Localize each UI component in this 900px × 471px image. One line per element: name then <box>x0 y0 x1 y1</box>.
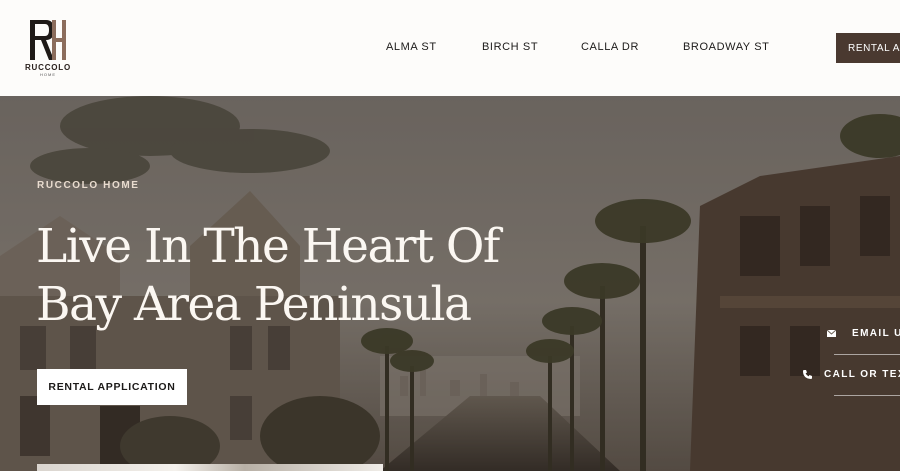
contact-divider <box>834 354 900 355</box>
brand-sub: HOME <box>40 72 56 77</box>
email-us-link[interactable]: EMAIL U <box>826 328 900 339</box>
nav-item-alma-st[interactable]: ALMA ST <box>386 41 437 53</box>
logo-mark-icon <box>30 20 66 60</box>
hero-section: RUCCOLO HOME Live In The Heart Of Bay Ar… <box>0 96 900 471</box>
nav-item-broadway-st[interactable]: BROADWAY ST <box>683 41 769 53</box>
hero-rental-application-button[interactable]: RENTAL APPLICATION <box>37 369 187 405</box>
nav-item-birch-st[interactable]: BIRCH ST <box>482 41 538 53</box>
contact-divider-2 <box>834 395 900 396</box>
phone-icon <box>802 370 812 380</box>
call-or-text-link[interactable]: CALL OR TEX <box>802 369 900 380</box>
site-header: RUCCOLO HOME ALMA ST BIRCH ST CALLA DR B… <box>0 0 900 96</box>
hero-eyebrow: RUCCOLO HOME <box>37 180 140 191</box>
main-nav: ALMA ST BIRCH ST CALLA DR BROADWAY ST <box>0 41 900 55</box>
header-rental-application-button[interactable]: RENTAL AP <box>836 33 900 63</box>
hero-headline-line-2: Bay Area Peninsula <box>36 277 472 332</box>
hero-preview-image <box>37 464 383 471</box>
nav-item-calla-dr[interactable]: CALLA DR <box>581 41 639 53</box>
email-us-label: EMAIL U <box>852 328 900 339</box>
envelope-icon <box>826 329 836 339</box>
hero-headline: Live In The Heart Of Bay Area Peninsula <box>36 218 506 334</box>
brand-name: RUCCOLO <box>24 63 72 72</box>
hero-headline-line-1: Live In The Heart Of <box>36 219 500 274</box>
call-or-text-label: CALL OR TEX <box>824 369 900 380</box>
